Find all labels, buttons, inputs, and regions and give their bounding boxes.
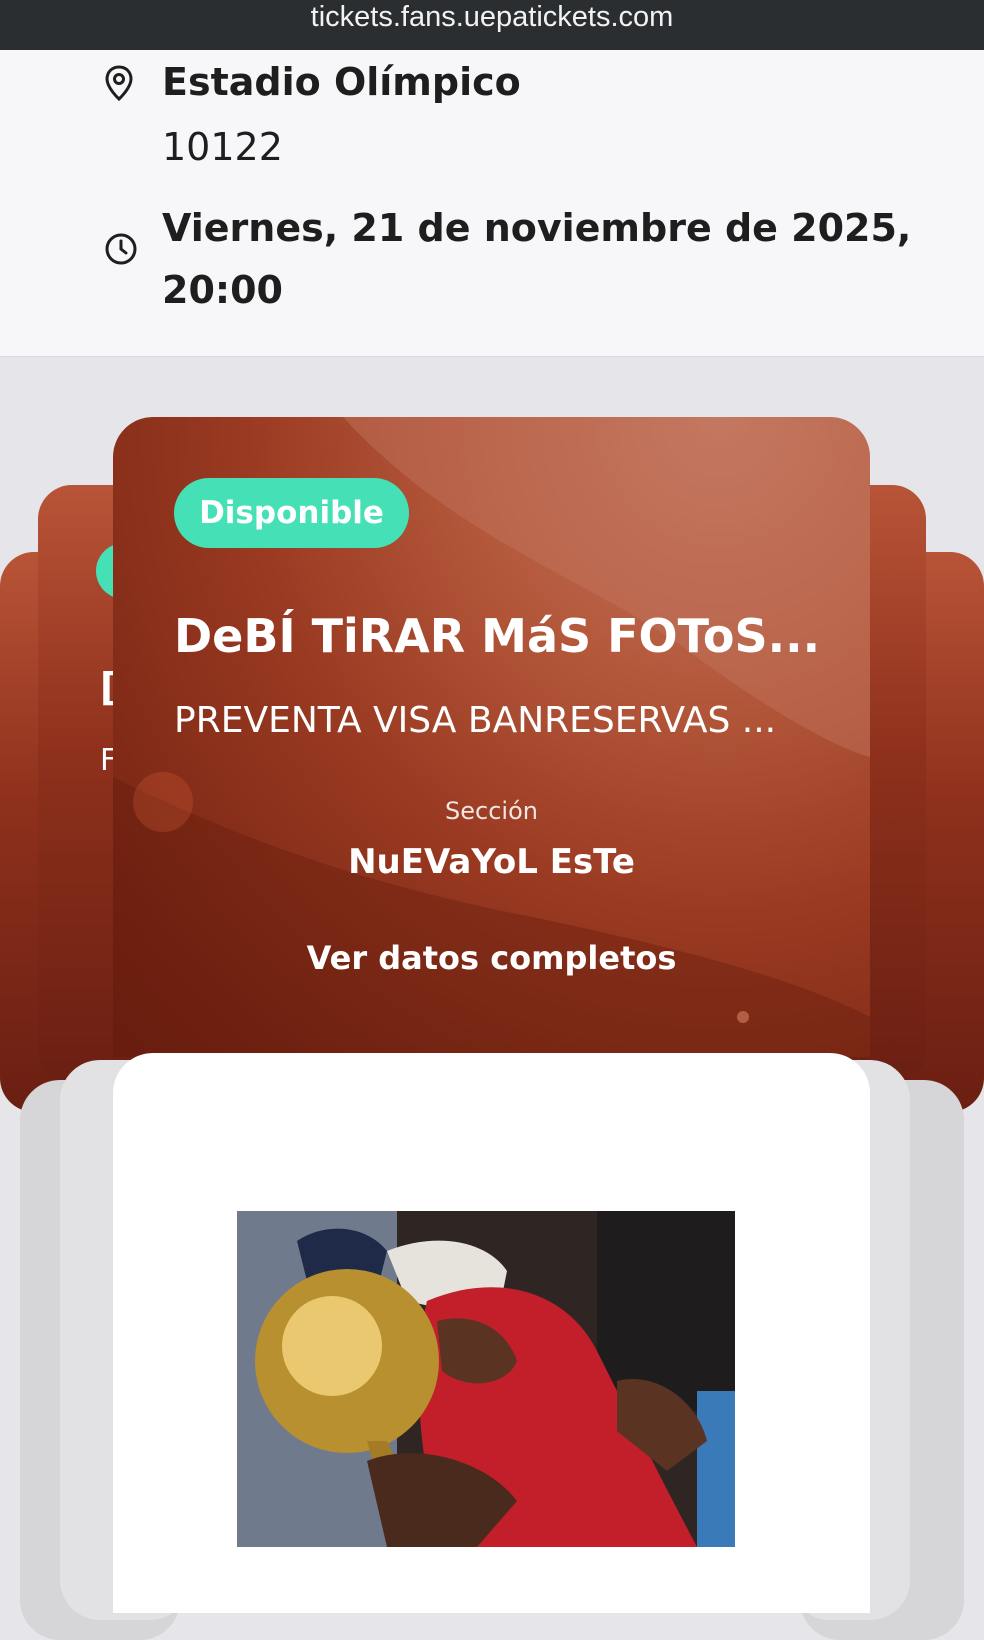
event-title: DeBÍ TiRAR MáS FOToS... (174, 609, 821, 663)
browser-url-bar[interactable]: tickets.fans.uepatickets.com (0, 0, 984, 50)
ticket-code-area (113, 1053, 870, 1613)
ticket-card[interactable]: Disponible DeBÍ TiRAR MáS FOToS... PREVE… (113, 417, 870, 1057)
location-pin-icon (104, 65, 134, 105)
section-label: Sección (445, 797, 538, 825)
ticket-type: PREVENTA VISA BANRESERVAS ... (174, 700, 777, 741)
status-badge: Disponible (174, 478, 409, 548)
venue-name: Estadio Olímpico (162, 60, 521, 104)
view-full-details-link[interactable]: Ver datos completos (113, 939, 870, 977)
event-date-time: Viernes, 21 de noviembre de 2025, 20:00 (162, 206, 912, 312)
ticket-photo (237, 1211, 735, 1547)
event-info-panel: Estadio Olímpico 10122 Viernes, 21 de no… (0, 50, 984, 357)
venue-zip: 10122 (162, 125, 283, 169)
clock-icon (104, 232, 138, 270)
url-text: tickets.fans.uepatickets.com (310, 1, 674, 33)
section-value: NuEVaYoL EsTe (348, 842, 635, 882)
